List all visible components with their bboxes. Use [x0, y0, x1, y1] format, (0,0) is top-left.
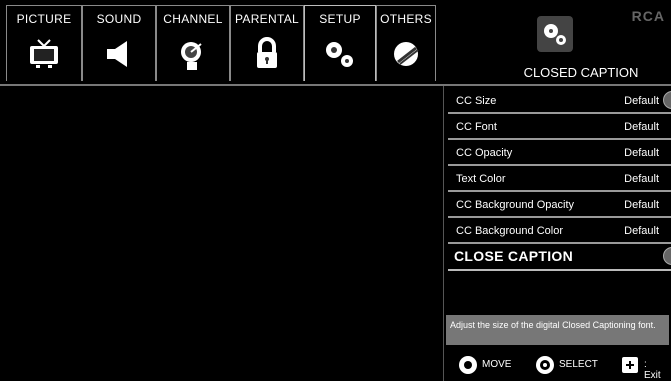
close-caption-label: CLOSE CAPTION: [454, 248, 574, 264]
section-gears-icon: [537, 16, 573, 52]
tab-parental-label: PARENTAL: [235, 12, 299, 26]
others-icon: [394, 42, 419, 66]
footer-exit-label: : Exit: [644, 359, 661, 381]
menu-item-cc-size[interactable]: CC Size Default: [448, 88, 671, 114]
tv-icon: [30, 39, 58, 68]
menu-value: Default: [624, 147, 659, 159]
menu-label: Text Color: [456, 173, 506, 185]
menu-label: CC Font: [456, 121, 497, 133]
menu-item-cc-background-opacity[interactable]: CC Background Opacity Default: [448, 192, 671, 218]
menu-label: CC Opacity: [456, 147, 513, 159]
menu-value: Default: [624, 225, 659, 237]
tab-setup-label: SETUP: [319, 12, 361, 26]
tab-picture-label: PICTURE: [16, 12, 72, 26]
footer-move-label: MOVE: [482, 359, 512, 370]
tab-channel[interactable]: CHANNEL: [156, 5, 230, 81]
gears-icon: [326, 42, 353, 67]
description-text: Adjust the size of the digital Closed Ca…: [450, 320, 656, 330]
menu-label: CC Background Color: [456, 225, 563, 237]
scroll-knob-icon: [663, 247, 671, 265]
lock-icon: [257, 37, 277, 68]
menu-value: Default: [624, 199, 659, 211]
menu-item-cc-opacity[interactable]: CC Opacity Default: [448, 140, 671, 166]
tab-channel-label: CHANNEL: [163, 12, 223, 26]
dpad-move-icon: [459, 356, 477, 374]
satellite-dish-icon: [181, 42, 202, 70]
menu-item-cc-font[interactable]: CC Font Default: [448, 114, 671, 140]
section-title: CLOSED CAPTION: [523, 65, 639, 80]
menu-item-text-color[interactable]: Text Color Default: [448, 166, 671, 192]
tab-parental[interactable]: PARENTAL: [230, 5, 304, 81]
footer-select-label: SELECT: [559, 359, 598, 370]
description-box: Adjust the size of the digital Closed Ca…: [446, 315, 669, 345]
preview-panel: [0, 86, 444, 381]
tab-sound-label: SOUND: [96, 12, 142, 26]
tab-setup[interactable]: SETUP: [304, 5, 376, 81]
close-caption-row[interactable]: CLOSE CAPTION: [448, 245, 671, 271]
menu-label: CC Size: [456, 95, 497, 107]
menu-value: Default: [624, 173, 659, 185]
menu-value: Default: [624, 95, 659, 107]
select-button-icon: [536, 356, 554, 374]
exit-button-icon: [622, 357, 638, 373]
menu-item-cc-background-color[interactable]: CC Background Color Default: [448, 218, 671, 244]
tab-others-label: OTHERS: [380, 12, 432, 26]
menu-value: Default: [624, 121, 659, 133]
scroll-knob-icon: [663, 91, 671, 109]
speaker-icon: [107, 41, 127, 67]
top-menu-bar: PICTURE SOUND CHANNEL PARENTAL SETUP OTH…: [0, 0, 671, 84]
tab-sound[interactable]: SOUND: [82, 5, 156, 81]
brand-logo: RCA: [631, 8, 665, 24]
tab-picture[interactable]: PICTURE: [6, 5, 82, 81]
tab-others[interactable]: OTHERS: [376, 5, 436, 81]
menu-label: CC Background Opacity: [456, 199, 574, 211]
